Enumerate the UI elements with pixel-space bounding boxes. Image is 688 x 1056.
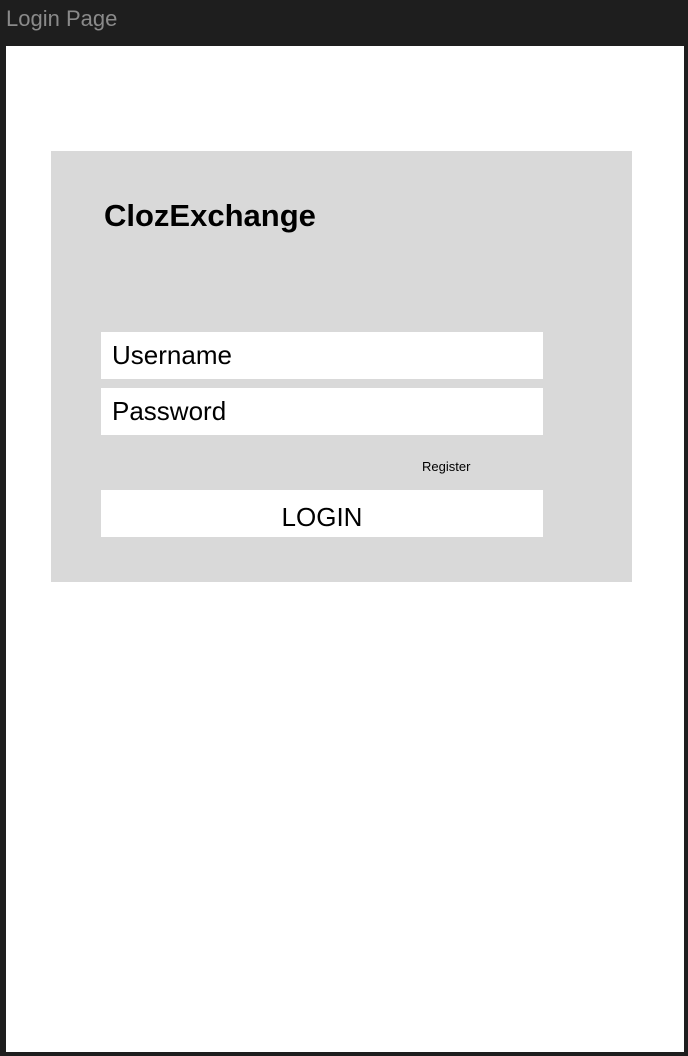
page-canvas: ClozExchange Register LOGIN bbox=[6, 46, 684, 1052]
brand-title: ClozExchange bbox=[104, 198, 316, 233]
username-input[interactable] bbox=[101, 332, 543, 379]
login-button[interactable]: LOGIN bbox=[101, 490, 543, 537]
register-link[interactable]: Register bbox=[422, 459, 470, 475]
window-titlebar: Login Page bbox=[0, 0, 688, 46]
window-title: Login Page bbox=[6, 6, 118, 31]
login-card: ClozExchange Register LOGIN bbox=[51, 151, 632, 582]
password-input[interactable] bbox=[101, 388, 543, 435]
